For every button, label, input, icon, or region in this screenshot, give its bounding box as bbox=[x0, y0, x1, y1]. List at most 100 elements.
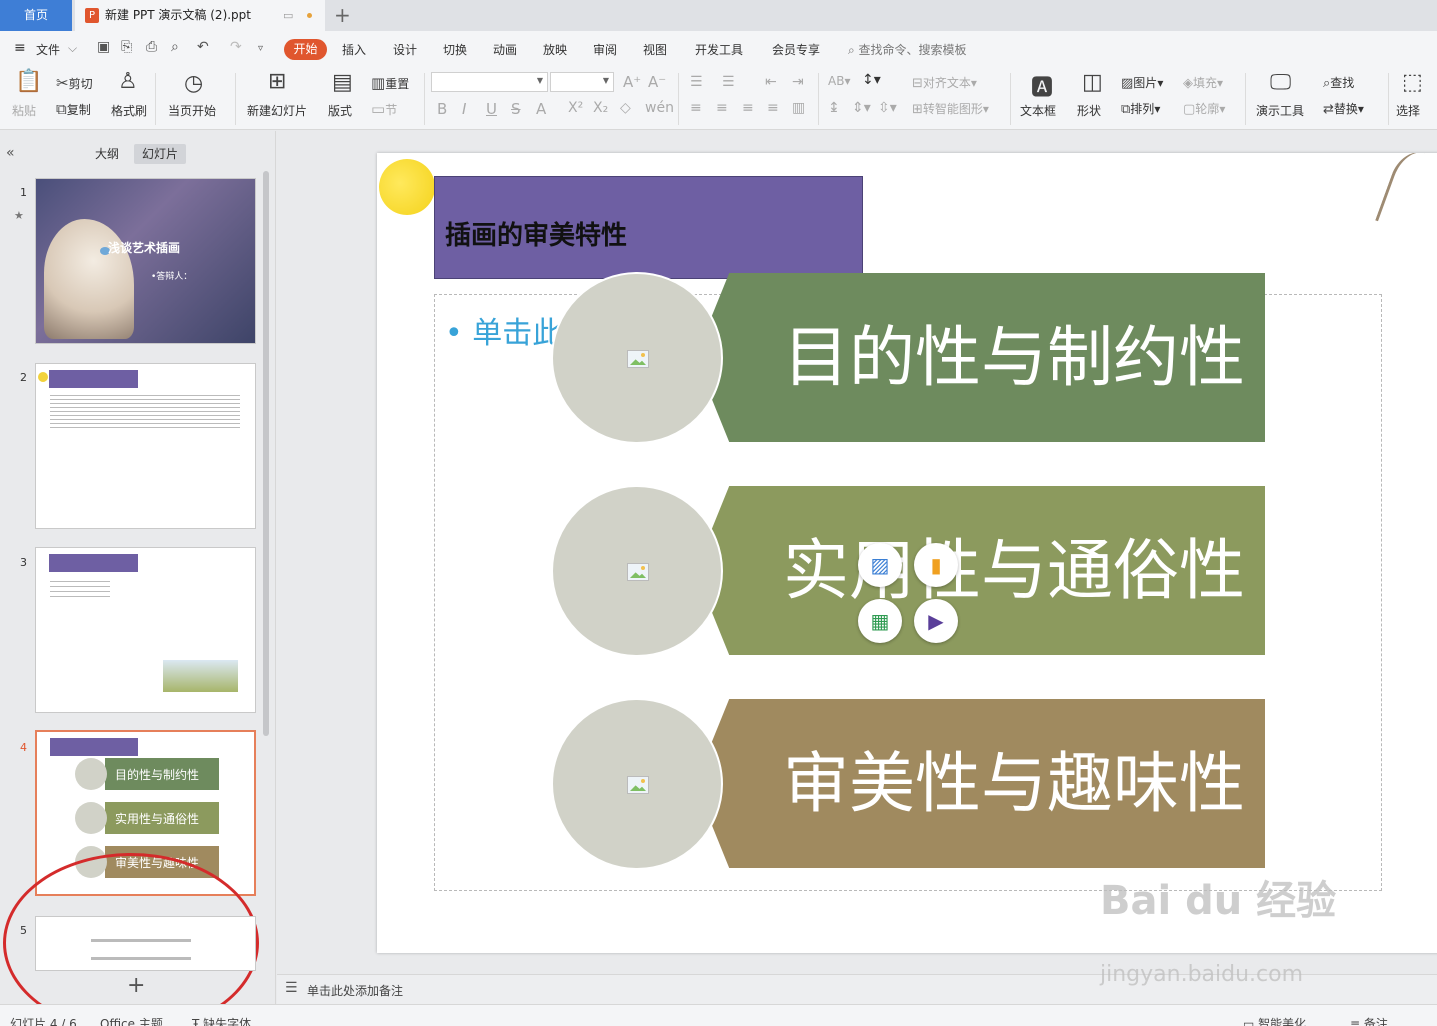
new-slide-button[interactable]: 新建幻灯片 bbox=[247, 102, 307, 119]
tab-slides[interactable]: 幻灯片 bbox=[134, 144, 187, 164]
align-left-icon[interactable]: ≡ bbox=[690, 100, 702, 116]
redo-icon[interactable]: ↷ bbox=[230, 39, 242, 55]
save-icon[interactable]: ▣ bbox=[97, 39, 110, 55]
justify-icon[interactable]: ≡ bbox=[767, 100, 779, 116]
slide-thumbnail-5[interactable] bbox=[35, 916, 256, 971]
phonetic-guide-icon[interactable]: wén bbox=[645, 100, 674, 116]
document-tab[interactable]: P 新建 PPT 演示文稿 (2).ppt ▭ bbox=[75, 0, 325, 31]
font-size-select[interactable]: ▼ bbox=[550, 72, 614, 92]
print-icon[interactable]: ⎙ bbox=[146, 39, 157, 55]
paste-button[interactable]: 粘贴 bbox=[12, 102, 36, 119]
layout-icon[interactable]: ▤ bbox=[332, 70, 353, 95]
grow-font-icon[interactable]: A⁺ bbox=[623, 73, 641, 91]
subscript-icon[interactable]: X₂ bbox=[593, 100, 608, 116]
convert-smartart-button[interactable]: ⊞转智能图形▾ bbox=[912, 100, 989, 117]
menu-tab-insert[interactable]: 插入 bbox=[342, 41, 366, 58]
presentation-tools-icon[interactable]: 🖵 bbox=[1270, 70, 1291, 95]
file-menu-chevron-icon[interactable]: ⌵ bbox=[68, 41, 77, 56]
menu-tab-view[interactable]: 视图 bbox=[643, 41, 667, 58]
customize-chevron-icon[interactable]: ▿ bbox=[258, 43, 263, 54]
align-text-button[interactable]: ⊟对齐文本▾ bbox=[912, 74, 977, 91]
smart-beautify-button[interactable]: ▭ 智能美化 bbox=[1243, 1015, 1306, 1026]
font-family-select[interactable]: ▼ bbox=[431, 72, 548, 92]
line-spacing-icon[interactable]: ↨ bbox=[828, 100, 840, 116]
menu-tab-start[interactable]: 开始 bbox=[284, 39, 327, 60]
item-band-3[interactable]: 审美性与趣味性 bbox=[695, 699, 1265, 868]
layout-button[interactable]: 版式 bbox=[328, 102, 352, 119]
decrease-indent-icon[interactable]: ⇤ bbox=[765, 74, 777, 90]
image-placeholder-circle-2[interactable] bbox=[551, 485, 723, 657]
shrink-font-icon[interactable]: A⁻ bbox=[648, 73, 666, 91]
menu-tab-slideshow[interactable]: 放映 bbox=[543, 41, 567, 58]
insert-video-icon[interactable]: ▶ bbox=[914, 599, 958, 643]
fill-button[interactable]: ◈填充▾ bbox=[1183, 74, 1223, 91]
shape-icon[interactable]: ◫ bbox=[1082, 70, 1103, 95]
add-slide-button[interactable]: + bbox=[127, 973, 145, 998]
textbox-button[interactable]: 文本框 bbox=[1020, 102, 1056, 119]
file-menu[interactable]: 文件 bbox=[36, 41, 60, 58]
new-slide-icon[interactable]: ⊞ bbox=[268, 69, 286, 94]
strikethrough-icon[interactable]: S bbox=[511, 100, 521, 118]
bold-icon[interactable]: B bbox=[437, 100, 447, 118]
print-preview-icon[interactable]: ⌕ bbox=[171, 39, 179, 55]
menu-tab-transition[interactable]: 切换 bbox=[443, 41, 467, 58]
shape-button[interactable]: 形状 bbox=[1077, 102, 1101, 119]
select-button[interactable]: 选择 bbox=[1396, 102, 1420, 119]
sort-icon[interactable]: ↕▾ bbox=[862, 72, 881, 88]
home-tab[interactable]: 首页 bbox=[0, 0, 72, 31]
format-painter-icon[interactable]: ♙ bbox=[118, 69, 138, 94]
undo-icon[interactable]: ↶ bbox=[197, 39, 209, 55]
slide-thumbnail-1[interactable]: 浅谈艺术插画 •答辩人： bbox=[35, 178, 256, 344]
numbering-icon[interactable]: ☰ bbox=[722, 74, 735, 90]
text-box-size-icon[interactable]: AB▾ bbox=[828, 74, 850, 88]
distribute-icon[interactable]: ▥ bbox=[792, 100, 805, 116]
superscript-icon[interactable]: X² bbox=[568, 100, 583, 116]
presentation-tools-button[interactable]: 演示工具 bbox=[1256, 102, 1304, 119]
tab-outline[interactable]: 大纲 bbox=[87, 144, 127, 164]
outline-button[interactable]: ▢轮廓▾ bbox=[1183, 100, 1225, 117]
font-color-icon[interactable]: A bbox=[536, 100, 546, 118]
slide-title-box[interactable]: 插画的审美特性 bbox=[434, 176, 863, 279]
slide-thumbnail-2[interactable] bbox=[35, 363, 256, 529]
cut-button[interactable]: ✂剪切 bbox=[56, 74, 93, 92]
menu-tab-developer[interactable]: 开发工具 bbox=[695, 41, 743, 58]
increase-indent-icon[interactable]: ⇥ bbox=[792, 74, 804, 90]
align-center-icon[interactable]: ≡ bbox=[716, 100, 728, 116]
command-search[interactable]: ⌕ 查找命令、搜索模板 bbox=[848, 41, 967, 58]
insert-table-icon[interactable]: ▦ bbox=[858, 599, 902, 643]
replace-button[interactable]: ⇄替换▾ bbox=[1323, 100, 1364, 117]
image-placeholder-circle-3[interactable] bbox=[551, 698, 723, 870]
select-cursor-icon[interactable]: ⬚ bbox=[1402, 70, 1423, 95]
reset-button[interactable]: ▥重置 bbox=[371, 74, 409, 92]
textbox-icon[interactable]: 🅰 bbox=[1031, 70, 1053, 102]
bullets-icon[interactable]: ☰ bbox=[690, 74, 703, 90]
paste-icon[interactable]: 📋 bbox=[15, 69, 42, 94]
missing-font-button[interactable]: Ŧ 缺失字体 bbox=[192, 1015, 251, 1026]
thumbnail-scrollbar[interactable] bbox=[263, 171, 269, 736]
export-pdf-icon[interactable]: ⎘ bbox=[121, 39, 132, 55]
italic-icon[interactable]: I bbox=[462, 100, 466, 118]
menu-tab-member[interactable]: 会员专享 bbox=[772, 41, 820, 58]
align-right-icon[interactable]: ≡ bbox=[742, 100, 754, 116]
image-placeholder-circle-1[interactable] bbox=[551, 272, 723, 444]
hamburger-icon[interactable]: ≡ bbox=[14, 40, 26, 56]
new-tab-plus-icon[interactable]: + bbox=[334, 0, 351, 31]
menu-tab-design[interactable]: 设计 bbox=[393, 41, 417, 58]
insert-chart-icon[interactable]: ▮ bbox=[914, 543, 958, 587]
monitor-icon[interactable]: ▭ bbox=[283, 0, 293, 31]
notes-toggle-button[interactable]: ≡ 备注 bbox=[1350, 1015, 1388, 1026]
theme-name[interactable]: Office 主题 bbox=[100, 1015, 163, 1026]
clear-format-icon[interactable]: ◇ bbox=[620, 100, 631, 116]
paragraph-spacing-icon[interactable]: ⇕▾ bbox=[852, 100, 871, 116]
collapse-pane-icon[interactable]: « bbox=[6, 145, 15, 161]
insert-picture-icon[interactable]: ▨ bbox=[858, 543, 902, 587]
item-band-1[interactable]: 目的性与制约性 bbox=[695, 273, 1265, 442]
find-button[interactable]: ⌕查找 bbox=[1323, 74, 1354, 91]
item-band-2[interactable]: 实用性与通俗性 bbox=[695, 486, 1265, 655]
arrange-button[interactable]: ⧉排列▾ bbox=[1121, 100, 1160, 117]
current-slide[interactable]: 插画的审美特性 • 单击此处添加文本 目的性与制约性 实用性与通俗性 审美性与趣… bbox=[377, 153, 1437, 953]
picture-button[interactable]: ▨图片▾ bbox=[1121, 74, 1163, 91]
underline-icon[interactable]: U bbox=[486, 100, 497, 118]
play-icon[interactable]: ◷ bbox=[184, 71, 203, 96]
section-button[interactable]: ▭节 bbox=[371, 100, 397, 118]
